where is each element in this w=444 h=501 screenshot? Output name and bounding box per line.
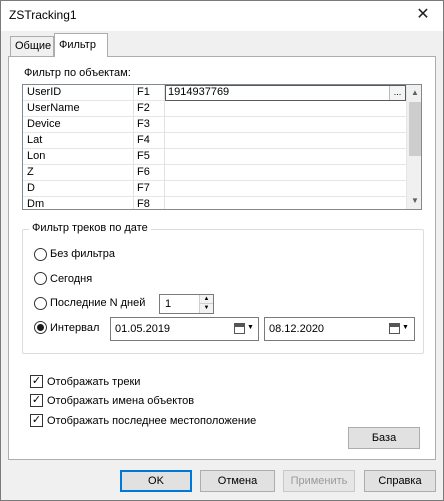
userid-value: 1914937769 [168,86,230,98]
help-button[interactable]: Справка [364,470,436,492]
show-last-location-label[interactable]: Отображать последнее местоположение [47,415,256,427]
grid-row-name: D [27,182,35,194]
ok-button[interactable]: OK [120,470,192,492]
radio-today[interactable] [34,272,47,285]
scroll-down-icon[interactable]: ▼ [407,193,421,209]
radio-last-n-days[interactable] [34,297,47,310]
scroll-up-icon[interactable]: ▲ [407,85,421,101]
grid-row-name: Dm [27,198,45,210]
dropdown-arrow-icon[interactable]: ▼ [247,324,254,331]
calendar-icon[interactable] [234,323,245,334]
grid-row[interactable]: Lon F5 [23,149,406,165]
radio-no-filter-label[interactable]: Без фильтра [50,248,115,260]
title-bar: ZSTracking1 ✕ [1,1,443,31]
grid-row[interactable]: Dm F8 [23,197,406,210]
date-from-picker[interactable]: 01.05.2019 ▼ [110,317,259,341]
grid-row-name: Device [27,118,61,130]
close-icon[interactable]: ✕ [413,5,433,25]
grid-row-key: F2 [137,102,150,114]
grid-row-key: F4 [137,134,150,146]
grid-row[interactable]: Z F6 [23,165,406,181]
grid-row[interactable]: UserName F2 [23,101,406,117]
grid-row-key: F6 [137,166,150,178]
tab-general[interactable]: Общие [10,36,54,56]
ellipsis-button[interactable]: ... [389,86,405,100]
show-last-location-checkbox[interactable]: ✓ [30,414,43,427]
base-button[interactable]: База [348,427,420,449]
show-tracks-label[interactable]: Отображать треки [47,376,140,388]
grid-row-name: UserID [27,86,62,98]
calendar-icon[interactable] [389,323,400,334]
show-names-checkbox[interactable]: ✓ [30,394,43,407]
radio-selected-dot [37,324,44,331]
object-filter-label: Фильтр по объектам: [24,67,131,79]
days-stepper-value[interactable]: 1 [165,298,171,310]
apply-button[interactable]: Применить [283,470,355,492]
show-tracks-checkbox[interactable]: ✓ [30,375,43,388]
stepper-down-icon[interactable]: ▼ [200,304,213,313]
object-filter-grid: UserID F1 1914937769 ... UserName F2 Dev… [22,84,422,210]
grid-row-key: F1 [137,86,150,98]
grid-row-key: F3 [137,118,150,130]
tab-filter[interactable]: Фильтр [54,33,108,57]
scroll-thumb[interactable] [409,102,421,156]
days-stepper[interactable]: 1 ▲ ▼ [159,294,214,314]
grid-row[interactable]: Device F3 [23,117,406,133]
date-from-value[interactable]: 01.05.2019 [115,323,170,335]
date-to-picker[interactable]: 08.12.2020 ▼ [264,317,415,341]
window-title: ZSTracking1 [9,8,77,22]
radio-last-n-days-label[interactable]: Последние N дней [50,297,145,309]
radio-no-filter[interactable] [34,248,47,261]
radio-today-label[interactable]: Сегодня [50,273,92,285]
grid-row-name: Lat [27,134,43,146]
date-to-value[interactable]: 08.12.2020 [269,323,324,335]
radio-interval[interactable] [34,321,47,334]
radio-interval-label[interactable]: Интервал [50,322,99,334]
grid-row-key: F8 [137,198,150,210]
userid-value-editor[interactable]: 1914937769 ... [165,85,406,101]
stepper-up-icon[interactable]: ▲ [200,295,213,304]
grid-row[interactable]: Lat F4 [23,133,406,149]
dropdown-arrow-icon[interactable]: ▼ [402,324,409,331]
cancel-button[interactable]: Отмена [200,470,275,492]
show-names-label[interactable]: Отображать имена объектов [47,395,194,407]
grid-row-name: UserName [27,102,80,114]
grid-row-key: F5 [137,150,150,162]
grid-row-key: F7 [137,182,150,194]
date-filter-title: Фильтр треков по дате [29,222,151,234]
tab-general-label: Общие [15,40,52,52]
grid-scrollbar[interactable]: ▲ ▼ [406,85,421,209]
grid-row-name: Lon [27,150,46,162]
stepper-buttons: ▲ ▼ [199,295,213,313]
grid-row-name: Z [27,166,34,178]
grid-row[interactable]: D F7 [23,181,406,197]
tab-filter-label: Фильтр [59,39,96,51]
